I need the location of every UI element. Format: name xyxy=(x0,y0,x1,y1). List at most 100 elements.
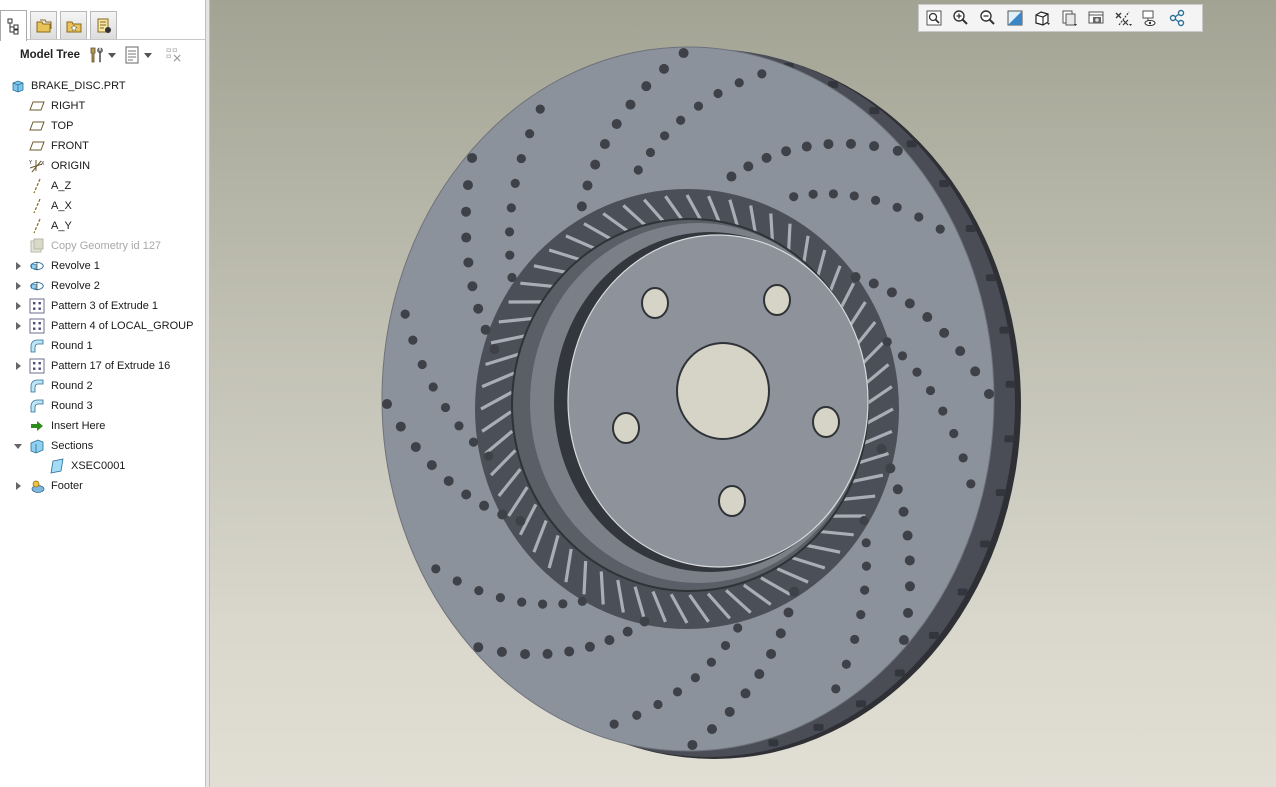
drilled-hole xyxy=(789,192,799,202)
model-tree-toolbar: Model Tree xyxy=(0,40,207,70)
tree-item[interactable]: Pattern 17 of Extrude 16 xyxy=(0,356,207,376)
repaint-button[interactable] xyxy=(1002,6,1028,30)
model-tree-tab[interactable] xyxy=(0,10,27,41)
drilled-hole xyxy=(870,195,881,206)
tree-item[interactable]: Insert Here xyxy=(0,416,207,436)
tree-item[interactable]: A_Y xyxy=(0,216,207,236)
tree-item-label: ORIGIN xyxy=(51,160,91,172)
tree-item-label: Pattern 4 of LOCAL_GROUP xyxy=(51,320,194,332)
rim-tooth xyxy=(894,669,905,677)
tree-item[interactable]: A_Z xyxy=(0,176,207,196)
tree-item[interactable]: Y X ORIGIN xyxy=(0,156,207,176)
tree-item[interactable]: Sections xyxy=(0,436,207,456)
tree-item[interactable]: Round 3 xyxy=(0,396,207,416)
folder-browser-tab[interactable] xyxy=(30,11,57,39)
drilled-hole xyxy=(504,227,515,237)
drilled-hole xyxy=(850,634,860,645)
drilled-hole xyxy=(590,159,601,170)
tree-item[interactable]: TOP xyxy=(0,116,207,136)
expand-right-icon[interactable] xyxy=(16,302,21,310)
drilled-hole xyxy=(904,581,915,592)
drilled-hole xyxy=(525,129,535,139)
tree-item[interactable]: Round 1 xyxy=(0,336,207,356)
tree-filter-icon xyxy=(166,48,181,62)
display-style-button[interactable] xyxy=(1029,6,1055,30)
tree-item[interactable]: Revolve 2 xyxy=(0,276,207,296)
drilled-hole xyxy=(885,463,896,474)
drilled-hole xyxy=(672,687,683,697)
drilled-hole xyxy=(841,659,851,669)
drilled-hole xyxy=(939,327,950,338)
footer-icon xyxy=(29,478,45,494)
drilled-hole xyxy=(733,623,743,633)
model-tree-title: Model Tree xyxy=(20,49,81,61)
tree-item[interactable]: Revolve 1 xyxy=(0,256,207,276)
drilled-hole xyxy=(633,165,643,175)
tree-item[interactable]: Copy Geometry id 127 xyxy=(0,236,207,256)
favorites-tab-icon xyxy=(66,21,81,32)
drilled-hole xyxy=(690,673,700,683)
zoom-out-button[interactable] xyxy=(975,6,1001,30)
model-tree: BRAKE_DISC.PRT RIGHT TOP FRONT Y X ORIGIN A_Z A_… xyxy=(0,76,207,496)
tree-item[interactable]: XSEC0001 xyxy=(0,456,207,476)
drilled-hole xyxy=(517,597,527,607)
expand-right-icon[interactable] xyxy=(16,262,21,270)
tree-item[interactable]: RIGHT xyxy=(0,96,207,116)
graphics-window[interactable] xyxy=(210,0,1276,787)
expand-right-icon[interactable] xyxy=(16,362,21,370)
drilled-hole xyxy=(882,337,892,347)
drilled-hole xyxy=(461,206,472,217)
tree-item-label: Round 1 xyxy=(51,340,93,352)
tree-item[interactable]: Round 2 xyxy=(0,376,207,396)
saved-views-button[interactable] xyxy=(1056,6,1082,30)
tree-settings-button[interactable] xyxy=(88,46,117,64)
expand-right-icon[interactable] xyxy=(16,322,21,330)
center-bore xyxy=(676,342,770,440)
zoom-in-button[interactable] xyxy=(948,6,974,30)
refit-button[interactable] xyxy=(921,6,947,30)
tree-filter-button[interactable] xyxy=(166,46,182,64)
favorites-tab[interactable] xyxy=(60,11,87,39)
model-tree-tab-icon xyxy=(7,18,18,35)
drilled-hole xyxy=(497,509,508,520)
tree-item[interactable]: BRAKE_DISC.PRT xyxy=(0,76,207,96)
expand-right-icon[interactable] xyxy=(16,482,21,490)
brake-disc-model[interactable] xyxy=(210,0,1276,787)
rim-tooth xyxy=(957,588,968,596)
expand-right-icon[interactable] xyxy=(16,282,21,290)
drilled-hole xyxy=(958,453,968,463)
tree-item-label: Pattern 17 of Extrude 16 xyxy=(51,360,171,372)
history-tab[interactable] xyxy=(90,11,117,39)
tree-item[interactable]: Pattern 3 of Extrude 1 xyxy=(0,296,207,316)
tree-show-button[interactable] xyxy=(124,46,153,64)
drilled-hole xyxy=(904,555,915,566)
tree-item[interactable]: A_X xyxy=(0,196,207,216)
datum-display-icon xyxy=(1115,11,1132,26)
drilled-hole xyxy=(558,599,568,609)
drilled-hole xyxy=(604,635,615,646)
lug-hole xyxy=(812,406,840,438)
saved-views-icon xyxy=(1062,10,1077,26)
tree-item[interactable]: Pattern 4 of LOCAL_GROUP xyxy=(0,316,207,336)
tree-columns-icon xyxy=(125,46,139,64)
view-manager-button[interactable] xyxy=(1083,6,1109,30)
tree-item-label: XSEC0001 xyxy=(71,460,126,472)
drilled-hole xyxy=(850,272,861,283)
drilled-hole xyxy=(955,346,966,357)
datum-axis-icon xyxy=(29,218,45,234)
drilled-hole xyxy=(693,101,704,111)
annotation-display-button[interactable] xyxy=(1137,6,1163,30)
drilled-hole xyxy=(426,460,437,471)
tree-item[interactable]: Footer xyxy=(0,476,207,496)
revolve-icon xyxy=(29,258,45,274)
drilled-hole xyxy=(892,484,903,495)
tree-item[interactable]: FRONT xyxy=(0,136,207,156)
drilled-hole xyxy=(467,281,478,292)
spin-center-button[interactable] xyxy=(1164,6,1190,30)
datum-display-button[interactable] xyxy=(1110,6,1136,30)
drilled-hole xyxy=(639,616,650,627)
expand-down-icon[interactable] xyxy=(14,444,22,449)
view-manager-icon xyxy=(1088,11,1104,24)
drilled-hole xyxy=(468,437,479,447)
drilled-hole xyxy=(659,63,670,74)
